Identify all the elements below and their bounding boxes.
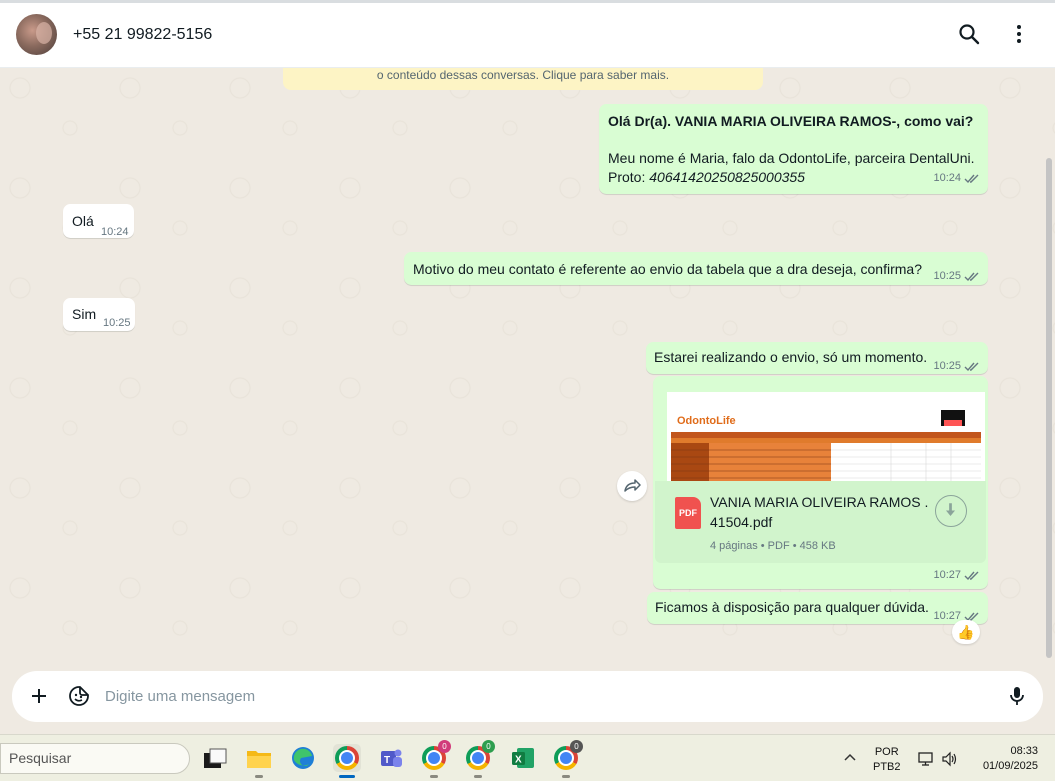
message-reaction[interactable]: 👍: [952, 620, 980, 644]
window-top-border: [0, 0, 1055, 3]
language-indicator[interactable]: POR PTB2: [873, 745, 901, 775]
chrome-profile-badge: 0: [482, 740, 495, 753]
file-explorer-icon[interactable]: [245, 744, 273, 772]
svg-text:X: X: [515, 755, 522, 766]
volume-icon[interactable]: [941, 750, 959, 768]
network-icon[interactable]: [917, 750, 935, 768]
message-time: 10:25: [933, 270, 961, 282]
app-running-indicator: [474, 775, 482, 778]
message-bubble-incoming[interactable]: Sim 10:25: [63, 298, 135, 331]
forward-button[interactable]: [617, 471, 647, 501]
message-time: 10:25: [933, 360, 961, 372]
message-text: Olá: [72, 213, 94, 229]
clock-date: 01/09/2025: [982, 760, 1038, 772]
message-time: 10:27: [933, 569, 961, 581]
download-icon: [945, 503, 956, 516]
message-bubble-outgoing[interactable]: Olá Dr(a). VANIA MARIA OLIVEIRA RAMOS-, …: [599, 104, 988, 194]
message-meta: 10:25: [933, 267, 980, 286]
plus-icon[interactable]: [27, 684, 51, 708]
message-text: Meu nome é Maria, falo da OdontoLife, pa…: [608, 150, 975, 166]
document-file-meta: 4 páginas • PDF • 458 KB: [710, 540, 836, 552]
message-time: 10:24: [101, 226, 129, 238]
chrome-icon[interactable]: 0: [466, 740, 495, 770]
contact-name[interactable]: +55 21 99822-5156: [73, 26, 212, 44]
app-running-indicator: [562, 775, 570, 778]
message-meta: 10:25: [933, 357, 980, 376]
svg-text:T: T: [384, 755, 390, 766]
message-bubble-document[interactable]: OdontoLife PDF VANIA MARIA OLIVEIRA RAMO…: [653, 376, 988, 589]
message-greeting: Olá Dr(a). VANIA MARIA OLIVEIRA RAMOS-, …: [608, 113, 974, 129]
pdf-file-icon: PDF: [675, 497, 701, 529]
chat-scrollbar[interactable]: [1046, 158, 1052, 658]
double-check-icon: [964, 571, 979, 581]
encryption-banner-text: o conteúdo dessas conversas. Clique para…: [376, 68, 670, 82]
menu-icon[interactable]: [1007, 22, 1031, 46]
app-running-indicator: [430, 775, 438, 778]
forward-icon: [624, 479, 641, 492]
double-check-icon: [964, 272, 979, 282]
message-meta: 10:24: [101, 223, 129, 242]
chrome-profile-badge: 0: [570, 740, 583, 753]
chat-header: +55 21 99822-5156: [0, 0, 1055, 68]
message-meta: 10:24: [933, 169, 980, 188]
document-table-image: [671, 432, 981, 484]
message-meta: 10:27: [933, 566, 980, 585]
taskbar-search[interactable]: Pesquisar: [0, 743, 190, 774]
clock-time: 08:33: [1010, 745, 1038, 757]
excel-icon[interactable]: X: [509, 744, 537, 772]
chat-area[interactable]: o conteúdo dessas conversas. Clique para…: [0, 68, 1055, 666]
message-text: Sim: [72, 306, 97, 322]
system-clock[interactable]: 08:33 01/09/2025: [970, 744, 1038, 774]
mic-icon[interactable]: [1005, 684, 1029, 708]
edge-icon[interactable]: [289, 744, 317, 772]
message-proto: Proto: 40641420250825000355: [608, 168, 979, 187]
sticker-icon[interactable]: [67, 684, 91, 708]
chevron-up-icon[interactable]: [843, 751, 857, 765]
message-input[interactable]: [105, 683, 985, 709]
message-bubble-outgoing[interactable]: Motivo do meu contato é referente ao env…: [404, 252, 988, 285]
document-file-name: VANIA MARIA OLIVEIRA RAMOS . 41504.pdf: [710, 494, 929, 530]
message-bubble-outgoing[interactable]: Ficamos à disposição para qualquer dúvid…: [647, 592, 988, 624]
message-composer: [12, 671, 1043, 722]
proto-label: Proto:: [608, 169, 646, 185]
search-icon[interactable]: [957, 22, 981, 46]
chrome-app-icon-active[interactable]: [333, 744, 361, 772]
app-active-indicator: [339, 775, 355, 778]
task-view-icon[interactable]: [201, 744, 229, 772]
document-file-info[interactable]: PDF VANIA MARIA OLIVEIRA RAMOS . 41504.p…: [655, 481, 986, 563]
teams-icon[interactable]: T: [377, 744, 405, 772]
message-bubble-outgoing[interactable]: Estarei realizando o envio, só um moment…: [646, 342, 988, 374]
taskbar-search-placeholder: Pesquisar: [9, 750, 72, 766]
download-button[interactable]: [935, 495, 967, 527]
message-meta: 10:25: [103, 314, 131, 333]
app-running-indicator: [255, 775, 263, 778]
double-check-icon: [964, 362, 979, 372]
proto-number: 40641420250825000355: [649, 169, 805, 185]
document-preview[interactable]: OdontoLife: [667, 392, 985, 487]
os-taskbar: Pesquisar T 0 0 X 0 POR PTB2 08:33 01/09…: [0, 734, 1055, 781]
message-time: 10:24: [933, 172, 961, 184]
document-logo: OdontoLife: [677, 415, 736, 427]
contact-avatar[interactable]: [16, 14, 57, 55]
chrome-icon[interactable]: 0: [554, 740, 583, 770]
message-text: Motivo do meu contato é referente ao env…: [413, 261, 922, 277]
message-text: Ficamos à disposição para qualquer dúvid…: [655, 599, 929, 615]
encryption-banner[interactable]: o conteúdo dessas conversas. Clique para…: [283, 68, 763, 90]
chrome-icon: [335, 746, 359, 770]
chrome-profile-badge: 0: [438, 740, 451, 753]
message-time: 10:25: [103, 317, 131, 329]
keyboard-layout: PTB2: [873, 761, 901, 773]
chrome-icon[interactable]: 0: [422, 740, 451, 770]
language-code: POR: [874, 746, 899, 758]
message-bubble-incoming[interactable]: Olá 10:24: [63, 204, 134, 238]
message-text: Estarei realizando o envio, só um moment…: [654, 349, 928, 365]
double-check-icon: [964, 174, 979, 184]
document-badge: [941, 410, 965, 426]
